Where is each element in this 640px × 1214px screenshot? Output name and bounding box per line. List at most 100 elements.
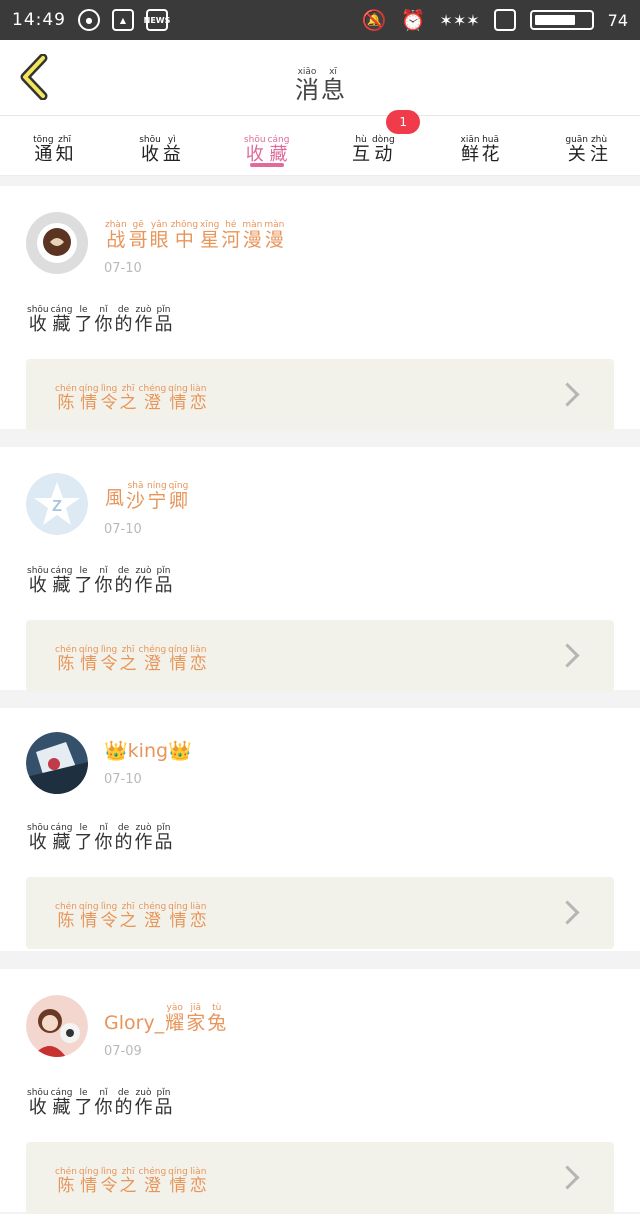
ruby-char: nǐ 你 — [95, 305, 113, 335]
ruby-char: qīng 卿 — [169, 481, 189, 512]
hanzi: 情 — [169, 393, 187, 414]
back-button[interactable] — [14, 52, 54, 102]
hanzi: 了 — [74, 313, 93, 335]
card-header: 👑king👑 07-10 — [26, 732, 614, 794]
alarm-icon: ⏰ — [400, 8, 426, 32]
hanzi: 兔 — [207, 1012, 227, 1034]
card-header: zhàn 战 gē 哥 yǎn 眼 zhōng 中 xīng 星 hé 河 màn 漫 màn 漫 07-10 — [26, 210, 614, 276]
work-link[interactable]: chén 陈 qíng 情 lìng 令 zhī 之 chéng 澄 qíng 情 liàn 恋 — [26, 1141, 614, 1214]
ruby-char: yào 耀 — [165, 1003, 184, 1034]
hanzi: 关 — [567, 144, 586, 166]
action-text: shōu 收 cáng 藏 le 了 nǐ 你 de 的 zuò 作 pǐn 品 — [26, 296, 614, 335]
tab-flowers[interactable]: xiān 鲜 huā 花 — [427, 116, 534, 175]
hanzi: 收 — [245, 144, 264, 166]
hanzi: 你 — [94, 832, 113, 853]
ruby-char: zhōng 中 — [171, 220, 198, 251]
work-title: chén 陈 qíng 情 lìng 令 zhī 之 chéng 澄 qíng 情 liàn 恋 — [54, 376, 208, 413]
ruby-char: xī 息 — [321, 67, 345, 103]
ruby-char: jiā 家 — [186, 1003, 205, 1034]
message-card[interactable]: Glory_ yào 耀 jiā 家 tù 兔 07-09 shōu 收 cáng 藏 le 了 nǐ 你 de… — [0, 969, 640, 1214]
ruby-char: xīng 星 — [200, 220, 219, 251]
status-bar: 14:49 ● ▲ NEWS 🔕 ⏰ ✶✶✶ 74 — [0, 0, 640, 40]
gallery-icon: ▲ — [112, 9, 134, 31]
ruby-char: de 的 — [115, 305, 133, 335]
tab-label: hù 互 dòng 动 — [351, 126, 396, 165]
hanzi: 沙 — [126, 490, 146, 512]
hanzi: 你 — [94, 574, 113, 596]
qq-icon: ● — [78, 9, 100, 31]
ruby-char: pǐn 品 — [155, 566, 173, 596]
tab-underline — [249, 163, 284, 167]
action-text: shōu 收 cáng 藏 le 了 nǐ 你 de 的 zuò 作 pǐn 品 — [26, 814, 614, 853]
user-info: 👑king👑 07-10 — [104, 739, 192, 787]
tab-label: shōu 收 yì 益 — [138, 126, 182, 165]
username[interactable]: zhàn 战 gē 哥 yǎn 眼 zhōng 中 xīng 星 hé 河 màn 漫 màn 漫 — [104, 210, 285, 251]
message-date: 07-10 — [104, 260, 142, 276]
hanzi: 陈 — [57, 911, 75, 932]
hanzi: 的 — [114, 574, 133, 596]
ruby-char: qíng 情 — [79, 902, 99, 931]
hanzi: 情 — [169, 1176, 187, 1197]
ruby-char: cáng 藏 — [51, 823, 73, 853]
username[interactable]: 👑king👑 — [104, 739, 192, 762]
hanzi: 作 — [134, 1096, 153, 1118]
tab-notice[interactable]: tōng 通 zhī 知 — [0, 116, 107, 175]
message-card[interactable]: 👑king👑 07-10 shōu 收 cáng 藏 le 了 nǐ 你 de 的 zuò 作 pǐn 品 ch… — [0, 708, 640, 951]
avatar[interactable] — [26, 994, 88, 1057]
chevron-right-icon — [555, 643, 580, 668]
ruby-char: màn 漫 — [242, 220, 262, 251]
hanzi: 品 — [154, 313, 173, 335]
hanzi: 藏 — [52, 313, 71, 335]
ruby-char: gē 哥 — [129, 220, 148, 251]
hanzi: 花 — [481, 144, 500, 166]
hanzi: 風 — [105, 487, 125, 509]
ruby-char: de 的 — [115, 823, 133, 853]
page-title: xiāo 消 xī 息 — [294, 52, 346, 103]
tab-interaction[interactable]: hù 互 dòng 动 1 — [320, 110, 427, 175]
work-link[interactable]: chén 陈 qíng 情 lìng 令 zhī 之 chéng 澄 qíng 情 liàn 恋 — [26, 619, 614, 692]
ruby-char: shōu 收 — [244, 135, 266, 165]
hanzi: 你 — [94, 313, 113, 335]
news-icon: NEWS — [144, 9, 170, 31]
ruby-char: shōu 收 — [27, 1088, 49, 1118]
hanzi: 作 — [134, 574, 153, 596]
ruby-char: hé 河 — [221, 220, 240, 251]
username[interactable]: 風 shā 沙 níng 宁 qīng 卿 — [104, 471, 189, 512]
tab-label: xiān 鲜 huā 花 — [460, 126, 501, 165]
hanzi: 澄 — [143, 1176, 161, 1197]
hanzi: 战 — [106, 229, 126, 251]
tab-favorites[interactable]: shōu 收 cáng 藏 — [213, 116, 320, 175]
tab-label: shōu 收 cáng 藏 — [243, 126, 291, 165]
ruby-char: zuò 作 — [135, 305, 153, 335]
work-link[interactable]: chén 陈 qíng 情 lìng 令 zhī 之 chéng 澄 qíng 情 liàn 恋 — [26, 358, 614, 431]
ruby-char: liàn 恋 — [190, 384, 207, 413]
work-link[interactable]: chén 陈 qíng 情 lìng 令 zhī 之 chéng 澄 qíng 情 liàn 恋 — [26, 876, 614, 949]
hanzi: 益 — [162, 144, 181, 166]
tab-earnings[interactable]: shōu 收 yì 益 — [107, 116, 214, 175]
chevron-left-icon — [20, 54, 48, 100]
notification-badge: 1 — [386, 110, 421, 134]
ruby-char: de 的 — [115, 566, 133, 596]
ruby-char: le 了 — [75, 823, 93, 853]
ruby-char: guān 关 — [565, 135, 588, 165]
tab-following[interactable]: guān 关 zhù 注 — [533, 116, 640, 175]
hanzi: 情 — [169, 911, 187, 932]
ruby-char: qíng 情 — [79, 384, 99, 413]
hanzi: 陈 — [57, 1176, 75, 1197]
ruby-char: yì 益 — [163, 135, 181, 165]
work-title: chén 陈 qíng 情 lìng 令 zhī 之 chéng 澄 qíng 情 liàn 恋 — [54, 637, 208, 674]
work-title: chén 陈 qíng 情 lìng 令 zhī 之 chéng 澄 qíng 情 liàn 恋 — [54, 894, 208, 931]
username[interactable]: Glory_ yào 耀 jiā 家 tù 兔 — [104, 993, 227, 1034]
avatar[interactable]: Z — [26, 472, 88, 535]
avatar[interactable] — [26, 732, 88, 794]
ruby-char: shōu 收 — [27, 305, 49, 335]
pinyin: qíng — [78, 1167, 99, 1178]
ruby-char: le 了 — [75, 566, 93, 596]
hanzi: 令 — [100, 654, 118, 675]
avatar[interactable] — [26, 211, 88, 274]
hanzi: 情 — [80, 654, 98, 675]
message-card[interactable]: zhàn 战 gē 哥 yǎn 眼 zhōng 中 xīng 星 hé 河 màn 漫 màn 漫 07-10 s… — [0, 186, 640, 431]
message-date: 07-10 — [104, 772, 142, 787]
ruby-char: liàn 恋 — [190, 902, 207, 931]
message-card[interactable]: Z 風 shā 沙 níng 宁 qīng 卿 07-10 shōu 收 cáng 藏 le 了 nǐ 你 de 的… — [0, 447, 640, 692]
